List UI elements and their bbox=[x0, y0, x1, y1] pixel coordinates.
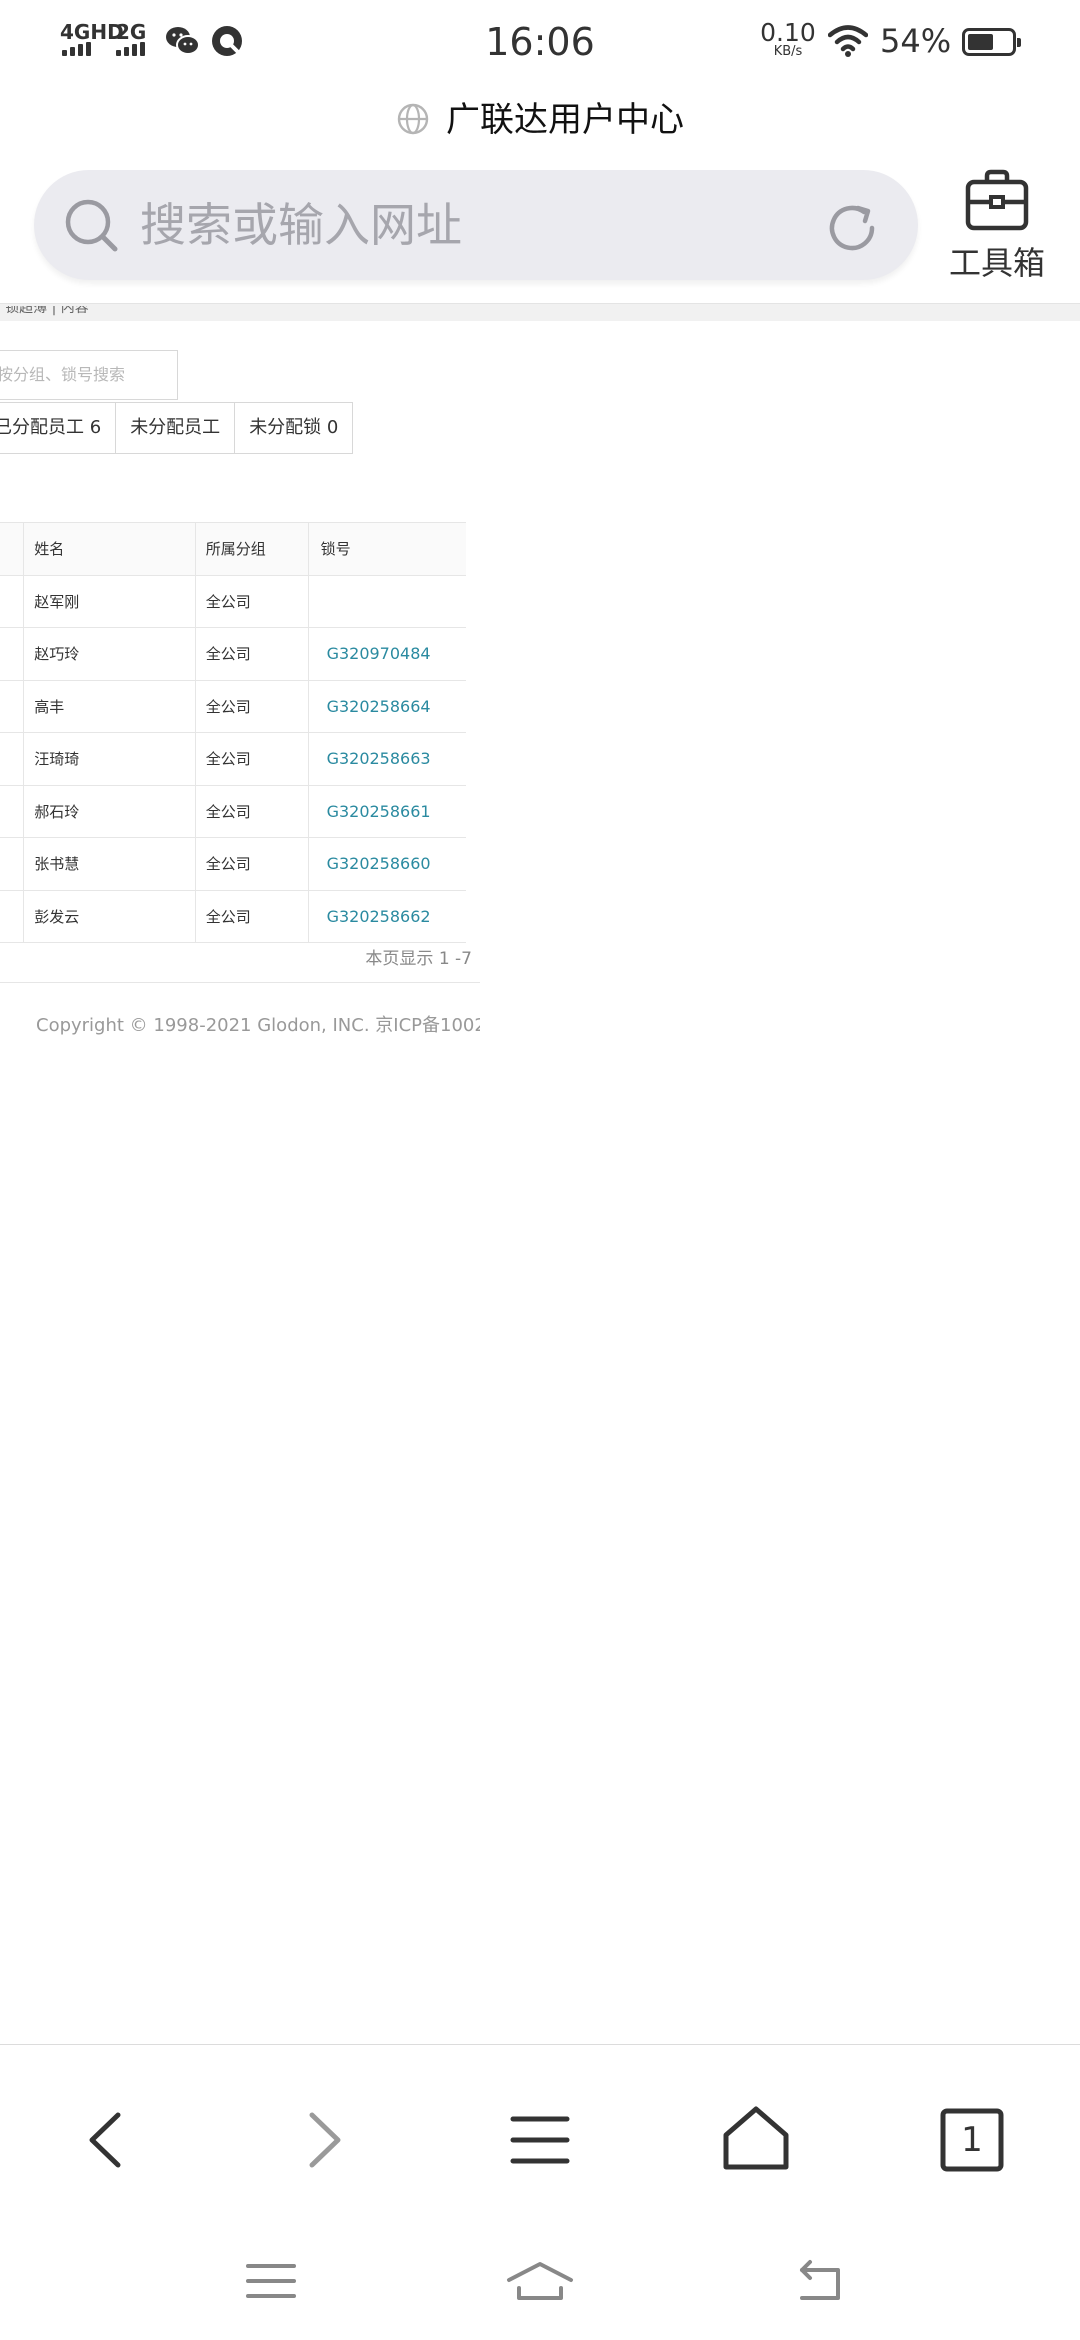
home-icon bbox=[723, 2106, 789, 2170]
url-placeholder: 搜索或输入网址 bbox=[140, 198, 462, 252]
toolbox-label: 工具箱 bbox=[948, 244, 1045, 282]
column-header-name: 姓名 bbox=[23, 522, 196, 576]
row-select-cell bbox=[0, 732, 25, 786]
row-select-cell bbox=[0, 575, 25, 628]
cell-name: 赵巧玲 bbox=[23, 627, 196, 681]
menu-button[interactable] bbox=[495, 2095, 585, 2185]
network-speed: 0.10 KB/s bbox=[760, 18, 816, 59]
forward-button[interactable] bbox=[278, 2095, 368, 2185]
cell-name: 汪琦琦 bbox=[23, 732, 196, 786]
tabs-button[interactable]: 1 bbox=[927, 2095, 1017, 2185]
cell-group: 全公司 bbox=[195, 627, 309, 681]
lock-link[interactable]: G320258661 bbox=[321, 802, 431, 821]
cell-group: 全公司 bbox=[195, 575, 309, 628]
cell-group: 全公司 bbox=[195, 680, 309, 733]
cell-group: 全公司 bbox=[195, 732, 309, 786]
tab-count: 1 bbox=[961, 2120, 983, 2160]
column-header-lock: 锁号 bbox=[308, 522, 466, 576]
menu-icon bbox=[246, 2264, 296, 2298]
web-search-input[interactable]: 按分组、锁号搜索 bbox=[0, 350, 178, 400]
cell-group: 全公司 bbox=[195, 785, 309, 838]
table-row: 高丰 全公司 G320258664 bbox=[0, 680, 466, 733]
cell-lock: G320258663 bbox=[308, 732, 466, 786]
table-row: 赵巧玲 全公司 G320970484 bbox=[0, 627, 466, 681]
tab-unassigned-locks[interactable]: 未分配锁 0 bbox=[234, 402, 354, 454]
table-header-row: 姓名 所属分组 锁号 bbox=[0, 522, 466, 576]
lock-link[interactable]: G320970484 bbox=[321, 644, 431, 663]
search-icon bbox=[65, 199, 118, 252]
lock-link[interactable]: G320258662 bbox=[321, 907, 431, 926]
globe-icon bbox=[397, 103, 429, 134]
tab-assigned-staff[interactable]: 已分配员工 6 bbox=[0, 402, 117, 454]
table-row: 彭发云 全公司 G320258662 bbox=[0, 890, 466, 943]
cell-group: 全公司 bbox=[195, 837, 309, 891]
row-select-cell bbox=[0, 680, 25, 733]
home-icon bbox=[507, 2262, 573, 2300]
pagination-info: 本页显示 1 -7 bbox=[365, 949, 472, 969]
cell-name: 张书慧 bbox=[23, 837, 196, 891]
status-bar: 4GHD 2G 16:06 0.10 KB/s 54% bbox=[0, 0, 1080, 84]
footer-divider bbox=[0, 982, 480, 983]
home-button[interactable] bbox=[711, 2095, 801, 2185]
row-select-cell bbox=[0, 785, 25, 838]
lock-link[interactable]: G320258664 bbox=[321, 697, 431, 716]
cell-lock: G320258660 bbox=[308, 837, 466, 891]
system-menu-button[interactable] bbox=[236, 2246, 306, 2316]
chevron-right-icon bbox=[309, 2112, 341, 2168]
cell-name: 彭发云 bbox=[23, 890, 196, 943]
page-title: 广联达用户中心 bbox=[0, 92, 1080, 148]
menu-icon bbox=[510, 2116, 570, 2164]
cell-name: 高丰 bbox=[23, 680, 196, 733]
reload-icon[interactable] bbox=[824, 200, 880, 256]
battery-icon bbox=[962, 28, 1021, 56]
table-row: 汪琦琦 全公司 G320258663 bbox=[0, 732, 466, 786]
cell-name: 郝石玲 bbox=[23, 785, 196, 838]
back-button[interactable] bbox=[62, 2095, 152, 2185]
staff-table: 姓名 所属分组 锁号 赵军刚 全公司 赵巧玲 全公司 G320970484 高丰 bbox=[0, 522, 466, 943]
cell-group: 全公司 bbox=[195, 890, 309, 943]
cell-name: 赵军刚 bbox=[23, 575, 196, 628]
cell-lock: G320258662 bbox=[308, 890, 466, 943]
lock-link[interactable] bbox=[321, 592, 327, 611]
assign-tabs: 已分配员工 6 未分配员工 未分配锁 0 bbox=[0, 402, 354, 454]
breadcrumb[interactable]: / 锁超薄 | 内容 bbox=[0, 306, 89, 316]
cell-lock bbox=[308, 575, 466, 628]
system-back-button[interactable] bbox=[788, 2246, 858, 2316]
toolbox-button[interactable]: 工具箱 bbox=[942, 168, 1052, 288]
cell-lock: G320258661 bbox=[308, 785, 466, 838]
url-search-bar[interactable]: 搜索或输入网址 bbox=[34, 170, 918, 280]
row-select-cell bbox=[0, 890, 25, 943]
page-title-text: 广联达用户中心 bbox=[446, 100, 684, 140]
cell-lock: G320970484 bbox=[308, 627, 466, 681]
browser-bottom-toolbar: 1 bbox=[0, 2044, 1080, 2216]
battery-percent: 54% bbox=[880, 22, 952, 60]
row-select-cell bbox=[0, 837, 25, 891]
copyright-text: Copyright © 1998-2021 Glodon, INC. 京ICP备… bbox=[36, 1015, 480, 1036]
back-icon bbox=[800, 2260, 840, 2300]
cell-lock: G320258664 bbox=[308, 680, 466, 733]
table-row: 郝石玲 全公司 G320258661 bbox=[0, 785, 466, 838]
tab-unassigned-staff[interactable]: 未分配员工 bbox=[115, 402, 236, 454]
table-row: 赵军刚 全公司 bbox=[0, 575, 466, 628]
system-navigation-bar bbox=[0, 2216, 1080, 2340]
wifi-icon bbox=[828, 25, 868, 57]
web-content: / 锁超薄 | 内容 按分组、锁号搜索 已分配员工 6 未分配员工 未分配锁 0… bbox=[0, 300, 480, 1060]
table-row: 张书慧 全公司 G320258660 bbox=[0, 837, 466, 891]
chevron-left-icon bbox=[89, 2112, 121, 2168]
system-home-button[interactable] bbox=[505, 2246, 575, 2316]
column-header-group: 所属分组 bbox=[195, 522, 309, 576]
web-search-placeholder: 按分组、锁号搜索 bbox=[0, 365, 126, 384]
toolbox-icon bbox=[965, 169, 1029, 231]
column-header-select bbox=[0, 522, 25, 576]
lock-link[interactable]: G320258663 bbox=[321, 749, 431, 768]
row-select-cell bbox=[0, 627, 25, 681]
lock-link[interactable]: G320258660 bbox=[321, 854, 431, 873]
